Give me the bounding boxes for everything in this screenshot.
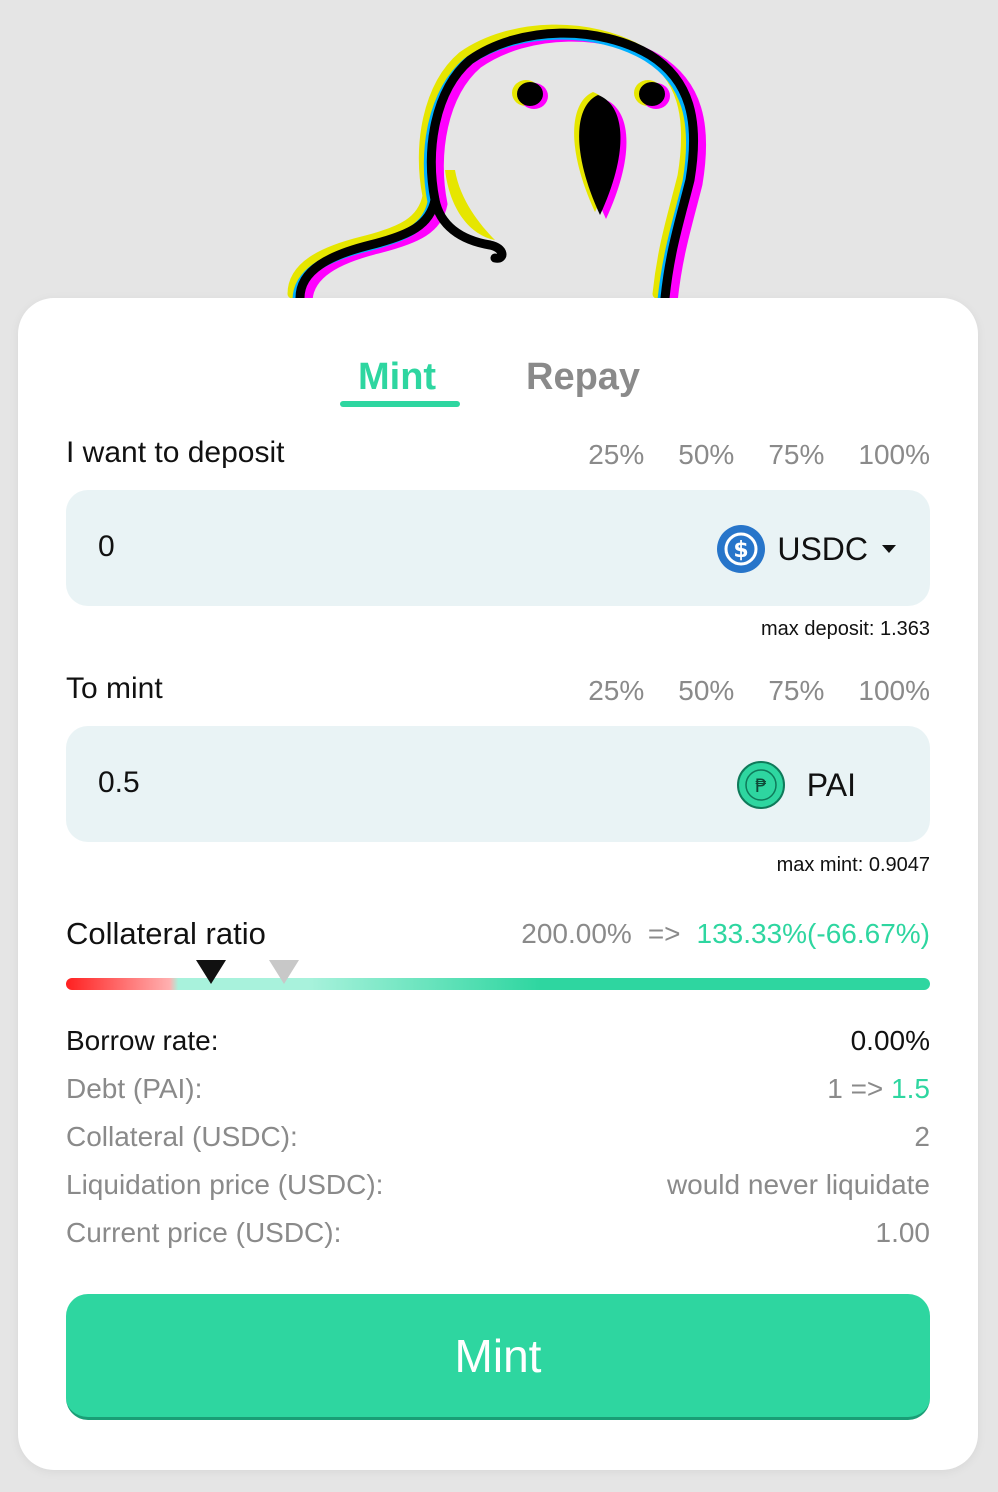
debt-from: 1 => (827, 1073, 884, 1104)
borrow-rate-row: Borrow rate: 0.00% (66, 1025, 930, 1057)
active-tab-indicator (340, 401, 460, 407)
liquidation-price-row: Liquidation price (USDC): would never li… (66, 1169, 930, 1201)
parrot-mascot-illustration (287, 24, 707, 300)
borrow-rate-label: Borrow rate: (66, 1025, 219, 1056)
tab-mint[interactable]: Mint (358, 356, 436, 399)
collateral-ratio-new: 133.33%(-66.67%) (696, 918, 930, 949)
to-mint-label: To mint (66, 672, 163, 705)
mode-tabs: Mint Repay (18, 348, 978, 418)
current-ratio-marker (269, 960, 299, 984)
current-price-row: Current price (USDC): 1.00 (66, 1217, 930, 1249)
mint-input-box: ₱ PAI (66, 726, 930, 842)
mint-amount-input[interactable] (98, 766, 598, 800)
tab-repay[interactable]: Repay (526, 356, 640, 399)
mint-100-button[interactable]: 100% (858, 675, 930, 707)
collateral-ratio-current: 200.00% (521, 918, 632, 949)
debt-label: Debt (PAI): (66, 1073, 203, 1104)
deposit-50-button[interactable]: 50% (678, 439, 734, 471)
deposit-token-selector[interactable]: $ USDC (717, 524, 896, 574)
collateral-ratio-arrow: => (647, 918, 681, 949)
deposit-100-button[interactable]: 100% (858, 439, 930, 471)
mint-percent-buttons: 25% 50% 75% 100% (588, 675, 930, 707)
liquidation-price-label: Liquidation price (USDC): (66, 1169, 384, 1200)
deposit-label: I want to deposit (66, 436, 285, 469)
current-price-value: 1.00 (875, 1217, 931, 1248)
new-ratio-marker (196, 960, 226, 984)
svg-text:$: $ (734, 538, 749, 563)
mint-card: Mint Repay I want to deposit 25% 50% 75%… (18, 298, 978, 1470)
deposit-amount-input[interactable] (98, 530, 598, 564)
mint-25-button[interactable]: 25% (588, 675, 644, 707)
debt-row: Debt (PAI): 1 => 1.5 (66, 1073, 930, 1105)
collateral-label: Collateral (USDC): (66, 1121, 298, 1152)
max-deposit-note: max deposit: 1.363 (761, 618, 930, 640)
collateral-value: 2 (914, 1121, 930, 1152)
mint-token-label: PAI (806, 766, 856, 803)
deposit-token-label: USDC (777, 530, 868, 567)
max-mint-note: max mint: 0.9047 (776, 854, 930, 876)
liquidation-price-value: would never liquidate (666, 1169, 930, 1200)
usdc-dollar-icon: $ (717, 525, 766, 573)
pai-peso-icon: ₱ (736, 761, 785, 809)
svg-text:₱: ₱ (755, 775, 767, 797)
collateral-ratio-values: 200.00% => 133.33%(-66.67%) (521, 918, 930, 950)
borrow-rate-value: 0.00% (850, 1025, 930, 1056)
mint-button[interactable]: Mint (66, 1294, 930, 1420)
current-price-label: Current price (USDC): (66, 1217, 342, 1248)
deposit-percent-buttons: 25% 50% 75% 100% (588, 439, 930, 471)
collateral-row: Collateral (USDC): 2 (66, 1121, 930, 1153)
deposit-75-button[interactable]: 75% (768, 439, 824, 471)
mint-75-button[interactable]: 75% (768, 675, 824, 707)
deposit-25-button[interactable]: 25% (588, 439, 644, 471)
collateral-ratio-label: Collateral ratio (66, 916, 266, 951)
debt-to: 1.5 (891, 1073, 930, 1104)
deposit-input-box: $ USDC (66, 490, 930, 606)
mint-token: ₱ PAI (736, 760, 856, 810)
chevron-down-icon (882, 545, 896, 553)
mint-50-button[interactable]: 50% (678, 675, 734, 707)
debt-value: 1 => 1.5 (827, 1073, 930, 1105)
